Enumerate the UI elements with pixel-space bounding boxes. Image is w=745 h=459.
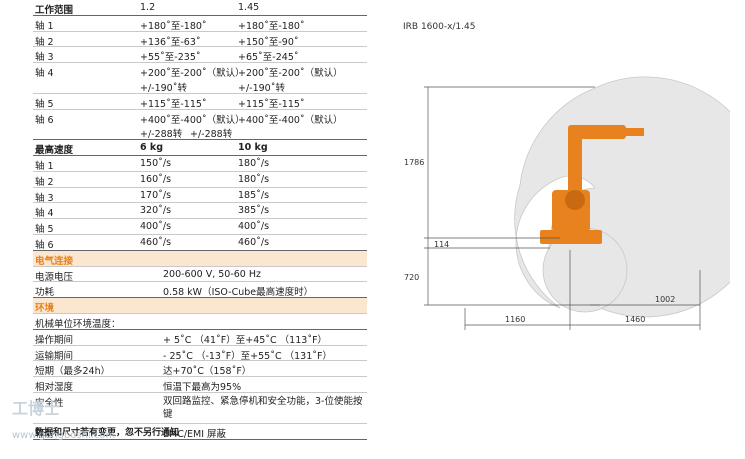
- dim-right: 1460: [625, 315, 645, 324]
- row-value-2: 185˚/s: [238, 189, 270, 201]
- dim-offset: 114: [434, 240, 449, 249]
- row-value: 恒温下最高为95%: [163, 382, 242, 394]
- row-value: 达+70˚C（158˚F）: [163, 366, 252, 378]
- row-label: 轴 4: [35, 208, 54, 220]
- table-row: 轴 1 +180˚至-180˚ +180˚至-180˚: [33, 16, 367, 32]
- row-value-1: 170˚/s: [140, 189, 172, 201]
- row-value-1: 400˚/s: [140, 221, 172, 233]
- table-row: 轴 5 +115˚至-115˚ +115˚至-115˚: [33, 94, 367, 110]
- row-label: 短期（最多24h）: [35, 366, 111, 378]
- table-row: 操作期间 + 5˚C （41˚F）至+45˚C （113˚F）: [33, 330, 367, 346]
- row-value-2: 460˚/s: [238, 236, 270, 248]
- table-row: 运输期间 - 25˚C （-13˚F）至+55˚C （131˚F）: [33, 346, 367, 362]
- max-speed-header: 最高速度 6 kg 10 kg: [33, 140, 367, 156]
- environment-subtitle: 机械单位环境温度：: [35, 318, 121, 330]
- watermark-logo: 工博士: [12, 399, 61, 418]
- row-value: - 25˚C （-13˚F）至+55˚C （131˚F）: [163, 350, 332, 362]
- table-row: +/-288转 +/-288转: [33, 124, 367, 140]
- row-label: 运输期间: [35, 350, 74, 362]
- row-label: 轴 5: [35, 98, 54, 110]
- table-row: 轴 5 400˚/s 400˚/s: [33, 219, 367, 235]
- table-row: 功耗 0.58 kW（ISO-Cube最高速度时）: [33, 282, 367, 298]
- work-range-header: 工作范围 1.2 1.45: [33, 0, 367, 16]
- table-row: 轴 3 170˚/s 185˚/s: [33, 188, 367, 204]
- table-row: 轴 3 +55˚至-235˚ +65˚至-245˚: [33, 47, 367, 63]
- row-label: 轴 1: [35, 160, 54, 172]
- row-label: 轴 6: [35, 239, 54, 251]
- row-value-1: +180˚至-180˚: [140, 20, 207, 32]
- max-speed-title: 最高速度: [35, 145, 74, 157]
- table-row: 轴 2 160˚/s 180˚/s: [33, 172, 367, 188]
- dim-height-top: 1786: [404, 158, 424, 167]
- row-label: 操作期间: [35, 334, 74, 346]
- row-label: 相对湿度: [35, 382, 74, 394]
- work-range-col1: 1.2: [140, 2, 156, 13]
- row-label: 轴 3: [35, 192, 54, 204]
- electrical-title: 电气连接: [35, 255, 74, 267]
- row-value-2: +65˚至-245˚: [238, 52, 299, 64]
- model-label: IRB 1600-x/1.45: [403, 22, 476, 32]
- row-value-1: 460˚/s: [140, 236, 172, 248]
- row-value-2: +115˚至-115˚: [238, 98, 305, 110]
- table-row: 电源电压 200-600 V, 50-60 Hz: [33, 267, 367, 283]
- row-value-1: +55˚至-235˚: [140, 52, 201, 64]
- row-value-2: +/-190˚转: [238, 82, 285, 94]
- row-label: 功耗: [35, 287, 55, 299]
- table-row: 轴 1 150˚/s 180˚/s: [33, 156, 367, 172]
- row-value-2: 400˚/s: [238, 221, 270, 233]
- spec-table: 工作范围 1.2 1.45 轴 1 +180˚至-180˚ +180˚至-180˚ …: [33, 0, 367, 440]
- table-row: 轴 4 320˚/s 385˚/s: [33, 203, 367, 219]
- row-value-2: 385˚/s: [238, 205, 270, 217]
- table-row: 短期（最多24h） 达+70˚C（158˚F）: [33, 361, 367, 377]
- row-value: + 5˚C （41˚F）至+45˚C （113˚F）: [163, 334, 328, 346]
- row-value-1: +136˚至-63˚: [140, 36, 201, 48]
- row-label: 轴 2: [35, 36, 54, 48]
- dim-left: 1160: [505, 315, 525, 324]
- row-label: 轴 3: [35, 52, 54, 64]
- environment-title: 环境: [35, 303, 55, 315]
- row-value-1: +/-190˚转: [140, 82, 187, 94]
- row-value: 双回路监控、紧急停机和安全功能，3-位使能按键: [163, 395, 363, 420]
- max-speed-col2: 10 kg: [238, 142, 268, 154]
- row-value-2: 180˚/s: [238, 157, 270, 169]
- table-row: +/-190˚转 +/-190˚转: [33, 78, 367, 94]
- work-range-title: 工作范围: [35, 5, 74, 16]
- row-label: 轴 5: [35, 224, 54, 236]
- row-value-1: 320˚/s: [140, 205, 172, 217]
- row-value: 0.58 kW（ISO-Cube最高速度时）: [163, 287, 314, 299]
- row-label: 轴 1: [35, 20, 54, 32]
- row-value-2: 180˚/s: [238, 173, 270, 185]
- row-value-1: 160˚/s: [140, 173, 172, 185]
- row-value: 200-600 V, 50-60 Hz: [163, 268, 262, 280]
- row-label: 电源电压: [35, 271, 74, 283]
- table-row: 相对湿度 恒温下最高为95%: [33, 377, 367, 393]
- table-row: 安全性 双回路监控、紧急停机和安全功能，3-位使能按键: [33, 393, 367, 424]
- electrical-section-header: 电气连接: [33, 250, 367, 267]
- row-value-2: +150˚至-90˚: [238, 36, 299, 48]
- row-value-1: +115˚至-115˚: [140, 98, 207, 110]
- row-value-2: +/-288转: [190, 129, 233, 141]
- dim-radius: 1002: [655, 295, 675, 304]
- table-row: 轴 4 +200˚至-200˚（默认） +200˚至-200˚（默认）: [33, 63, 367, 79]
- row-label: 轴 2: [35, 176, 54, 188]
- work-range-col2: 1.45: [238, 2, 260, 13]
- row-value-1: +/-288转: [140, 129, 183, 141]
- row-value-2: +180˚至-180˚: [238, 20, 305, 32]
- environment-subtitle-row: 机械单位环境温度：: [33, 314, 367, 330]
- max-speed-col1: 6 kg: [140, 142, 164, 154]
- environment-section-header: 环境: [33, 298, 367, 314]
- row-value-1: 150˚/s: [140, 157, 172, 169]
- dim-height-bottom: 720: [404, 273, 419, 282]
- table-row: 轴 6 460˚/s 460˚/s: [33, 235, 367, 251]
- table-row: 轴 2 +136˚至-63˚ +150˚至-90˚: [33, 32, 367, 48]
- reach-diagram: 1786 114 720 1002 1160 1460: [404, 76, 730, 330]
- watermark-url: www.gongboshi.com: [12, 430, 116, 441]
- table-row: 轴 6 +400˚至-400˚（默认） +400˚至-400˚（默认）: [33, 110, 367, 126]
